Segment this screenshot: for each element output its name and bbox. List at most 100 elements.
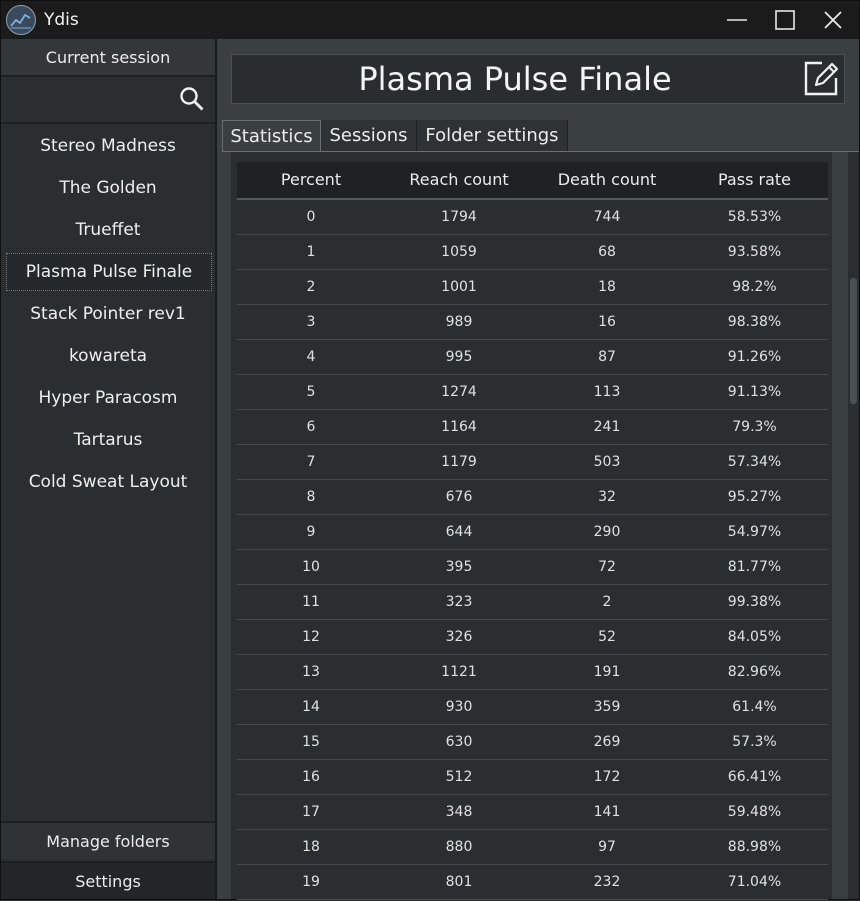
settings-button[interactable]: Settings: [1, 861, 215, 899]
cell-reach-count: 801: [445, 874, 473, 890]
column-header-death-count[interactable]: Death count: [533, 162, 681, 198]
cell-reach-count: 676: [445, 489, 473, 505]
table-row[interactable]: 9 644 290 54.97%: [237, 515, 828, 550]
cell-reach-count: 512: [445, 769, 473, 785]
cell-reach-count: 1274: [441, 384, 477, 400]
search-icon[interactable]: [179, 86, 205, 112]
search-bar: [1, 78, 215, 124]
app-window: Ydis Current session Stereo Madness The …: [0, 0, 860, 900]
tab-statistics[interactable]: Statistics: [222, 120, 321, 152]
edit-icon[interactable]: [802, 60, 840, 98]
cell-percent: 1: [306, 244, 316, 260]
cell-percent: 8: [306, 489, 316, 505]
level-item[interactable]: Tartarus: [1, 421, 215, 459]
table-row[interactable]: 15 630 269 57.3%: [237, 725, 828, 760]
table-row[interactable]: 5 1274 113 91.13%: [237, 375, 828, 410]
table-row[interactable]: 7 1179 503 57.34%: [237, 445, 828, 480]
cell-death-count: 32: [598, 489, 616, 505]
cell-pass-rate: 82.96%: [727, 664, 782, 680]
table-row[interactable]: 14 930 359 61.4%: [237, 690, 828, 725]
table-row[interactable]: 1 1059 68 93.58%: [237, 235, 828, 270]
cell-pass-rate: 88.98%: [727, 839, 782, 855]
table-row[interactable]: 12 326 52 84.05%: [237, 620, 828, 655]
table-row[interactable]: 4 995 87 91.26%: [237, 340, 828, 375]
cell-death-count: 503: [593, 454, 621, 470]
table-row[interactable]: 8 676 32 95.27%: [237, 480, 828, 515]
search-input[interactable]: [5, 81, 175, 119]
table-scrollbar[interactable]: [848, 152, 859, 899]
cell-reach-count: 1059: [441, 244, 477, 260]
table-row[interactable]: 13 1121 191 82.96%: [237, 655, 828, 690]
level-item[interactable]: Cold Sweat Layout: [1, 463, 215, 501]
statistics-table: Percent Reach count Death count Pass rat…: [237, 162, 828, 900]
maximize-button[interactable]: [761, 1, 809, 39]
table-row[interactable]: 16 512 172 66.41%: [237, 760, 828, 795]
table-row[interactable]: 10 395 72 81.77%: [237, 550, 828, 585]
sidebar: Current session Stereo Madness The Golde…: [1, 39, 217, 899]
close-button[interactable]: [809, 1, 857, 39]
table-row[interactable]: 18 880 97 88.98%: [237, 830, 828, 865]
cell-reach-count: 1121: [441, 664, 477, 680]
maximize-icon: [775, 10, 795, 30]
main-content: Plasma Pulse Finale Statistics Sessions …: [217, 39, 859, 900]
cell-percent: 15: [302, 734, 320, 750]
table-body: 0 1794 744 58.53% 1 1059 68 93.58% 2 1001 18 98.2% 3…: [237, 200, 828, 900]
column-header-percent[interactable]: Percent: [237, 162, 385, 198]
cell-death-count: 744: [593, 209, 621, 225]
level-item-selected[interactable]: Plasma Pulse Finale: [6, 253, 212, 291]
cell-percent: 13: [302, 664, 320, 680]
cell-pass-rate: 98.38%: [727, 314, 782, 330]
tab-folder-settings[interactable]: Folder settings: [417, 120, 568, 152]
scrollbar-thumb[interactable]: [850, 278, 857, 404]
cell-percent: 14: [302, 699, 320, 715]
cell-reach-count: 930: [445, 699, 473, 715]
level-item[interactable]: The Golden: [1, 169, 215, 207]
cell-pass-rate: 91.13%: [727, 384, 782, 400]
cell-reach-count: 395: [445, 559, 473, 575]
table-row[interactable]: 0 1794 744 58.53%: [237, 200, 828, 235]
cell-pass-rate: 93.58%: [727, 244, 782, 260]
cell-death-count: 52: [598, 629, 616, 645]
current-session-button[interactable]: Current session: [1, 39, 215, 77]
table-row[interactable]: 19 801 232 71.04%: [237, 865, 828, 900]
cell-reach-count: 644: [445, 524, 473, 540]
minimize-button[interactable]: [713, 1, 761, 39]
cell-death-count: 97: [598, 839, 616, 855]
cell-reach-count: 989: [445, 314, 473, 330]
cell-percent: 2: [306, 279, 316, 295]
column-header-reach-count[interactable]: Reach count: [385, 162, 533, 198]
cell-pass-rate: 71.04%: [727, 874, 782, 890]
statistics-panel: Percent Reach count Death count Pass rat…: [231, 152, 832, 900]
cell-death-count: 269: [593, 734, 621, 750]
cell-death-count: 2: [602, 594, 612, 610]
cell-percent: 10: [302, 559, 320, 575]
manage-folders-button[interactable]: Manage folders: [1, 821, 215, 859]
column-header-pass-rate[interactable]: Pass rate: [681, 162, 828, 198]
title-bar: Ydis: [1, 1, 859, 39]
cell-reach-count: 995: [445, 349, 473, 365]
tab-sessions[interactable]: Sessions: [321, 120, 417, 152]
cell-pass-rate: 99.38%: [727, 594, 782, 610]
cell-percent: 3: [306, 314, 316, 330]
cell-percent: 11: [302, 594, 320, 610]
cell-death-count: 18: [598, 279, 616, 295]
level-item[interactable]: Stack Pointer rev1: [1, 295, 215, 333]
table-row[interactable]: 3 989 16 98.38%: [237, 305, 828, 340]
cell-pass-rate: 79.3%: [732, 419, 777, 435]
cell-pass-rate: 57.3%: [732, 734, 777, 750]
level-list: Stereo Madness The Golden Trueffet Plasm…: [1, 127, 215, 505]
table-row[interactable]: 17 348 141 59.48%: [237, 795, 828, 830]
table-row[interactable]: 2 1001 18 98.2%: [237, 270, 828, 305]
app-title: Ydis: [44, 10, 79, 30]
cell-death-count: 359: [593, 699, 621, 715]
table-row[interactable]: 6 1164 241 79.3%: [237, 410, 828, 445]
level-item[interactable]: Stereo Madness: [1, 127, 215, 165]
table-row[interactable]: 11 323 2 99.38%: [237, 585, 828, 620]
cell-death-count: 113: [593, 384, 621, 400]
level-item[interactable]: Hyper Paracosm: [1, 379, 215, 417]
level-item[interactable]: Trueffet: [1, 211, 215, 249]
cell-death-count: 172: [593, 769, 621, 785]
cell-percent: 18: [302, 839, 320, 855]
cell-pass-rate: 57.34%: [727, 454, 782, 470]
level-item[interactable]: kowareta: [1, 337, 215, 375]
